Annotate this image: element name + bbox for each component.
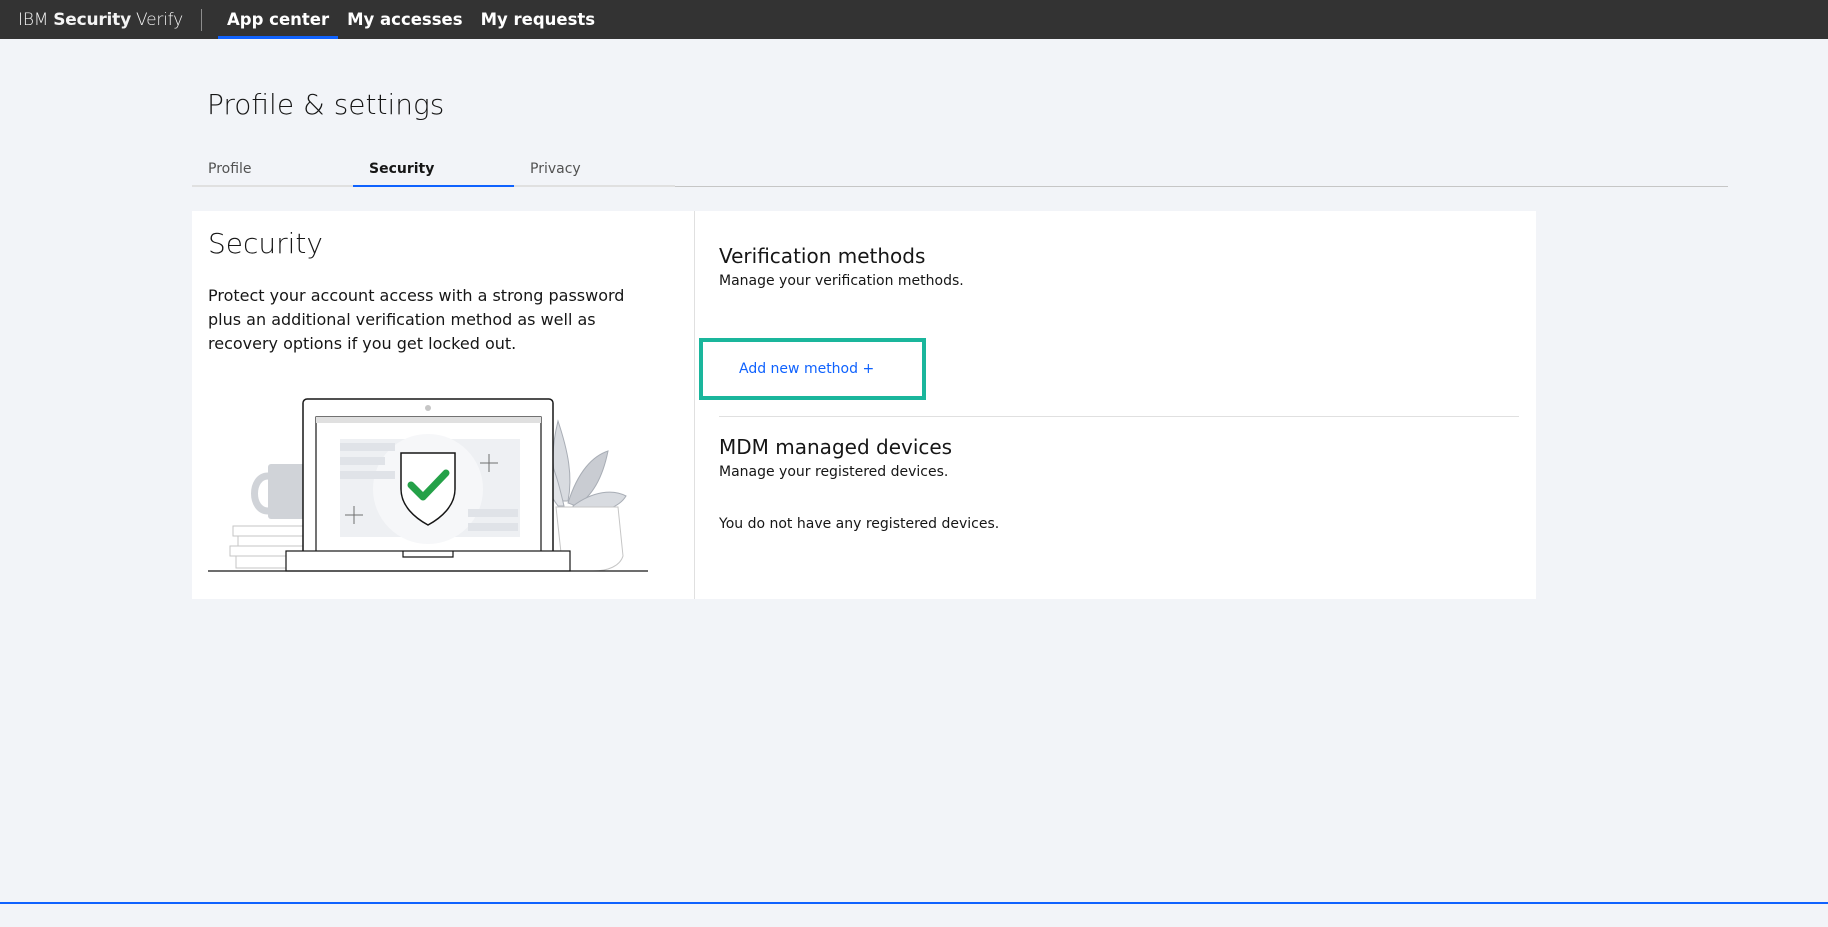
nav-app-center-label: App center xyxy=(227,10,330,29)
mdm-title: MDM managed devices xyxy=(719,435,953,459)
mdm-empty-message: You do not have any registered devices. xyxy=(719,516,1000,532)
add-new-method-button[interactable]: Add new method + xyxy=(739,361,874,377)
security-heading: Security xyxy=(208,227,323,260)
brand-verify: Verify xyxy=(136,9,184,30)
mdm-subtitle: Manage your registered devices. xyxy=(719,464,949,480)
security-intro-panel: Security Protect your account access wit… xyxy=(192,211,695,599)
brand-divider xyxy=(201,8,203,31)
mdm-section: MDM managed devices Manage your register… xyxy=(719,435,999,532)
settings-tabs: Profile Security Privacy xyxy=(192,152,1728,187)
plant-icon xyxy=(542,419,627,572)
tab-security[interactable]: Security xyxy=(353,152,514,187)
laptop-shield-illustration xyxy=(208,398,648,572)
page-title: Profile & settings xyxy=(207,88,445,121)
nav-my-requests[interactable]: My requests xyxy=(472,0,605,39)
nav-app-center[interactable]: App center xyxy=(218,0,339,39)
tab-privacy-label: Privacy xyxy=(530,160,581,177)
security-card: Security Protect your account access wit… xyxy=(192,211,1536,599)
mug-icon xyxy=(251,464,306,519)
security-methods-panel: Verification methods Manage your verific… xyxy=(695,211,1536,599)
footer-accent-line xyxy=(0,902,1828,904)
nav-my-requests-label: My requests xyxy=(480,10,596,29)
tab-security-label: Security xyxy=(369,160,435,177)
tab-privacy[interactable]: Privacy xyxy=(514,152,675,187)
tab-profile-label: Profile xyxy=(208,160,252,177)
nav-my-accesses-label: My accesses xyxy=(347,10,463,29)
verification-methods-subtitle: Manage your verification methods. xyxy=(719,273,964,289)
nav-my-accesses[interactable]: My accesses xyxy=(338,0,471,39)
add-method-highlight: Add new method + xyxy=(699,338,926,400)
brand-logo[interactable]: IBM Security Verify xyxy=(0,0,201,39)
security-description: Protect your account access with a stron… xyxy=(208,286,625,353)
verification-methods-title: Verification methods xyxy=(719,244,926,268)
top-header: IBM Security Verify App center My access… xyxy=(0,0,1828,39)
brand-security: Security xyxy=(53,9,131,30)
brand-ibm: IBM xyxy=(18,9,49,30)
section-divider xyxy=(719,416,1519,417)
tab-profile[interactable]: Profile xyxy=(192,152,353,187)
